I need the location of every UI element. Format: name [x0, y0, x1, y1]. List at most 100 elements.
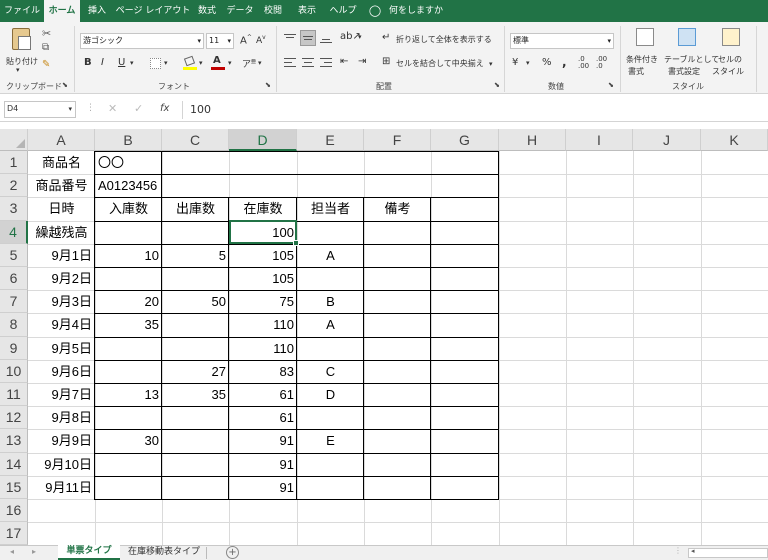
table-cell[interactable]: 83	[229, 360, 297, 383]
row-header-1[interactable]: 1	[0, 151, 28, 175]
table-cell[interactable]: 50	[162, 290, 229, 313]
font-launcher-icon[interactable]: ⬊	[265, 81, 271, 89]
insert-function-icon[interactable]: fx	[160, 103, 169, 114]
table-header-cell[interactable]: 出庫数	[162, 197, 229, 220]
chevron-down-icon[interactable]: ▾	[164, 59, 168, 67]
table-cell[interactable]: 91	[229, 453, 297, 476]
date-cell[interactable]: 9月2日	[28, 267, 95, 290]
product-name-label[interactable]: 商品名	[28, 151, 95, 174]
chevron-down-icon[interactable]: ▾	[489, 60, 493, 68]
clipboard-launcher-icon[interactable]: ⬊	[62, 81, 68, 89]
table-cell[interactable]: A	[297, 313, 364, 336]
add-sheet-icon[interactable]: +	[226, 546, 239, 559]
tab-help[interactable]: ヘルプ	[326, 0, 360, 22]
table-cell[interactable]: 10	[95, 244, 162, 267]
tab-data[interactable]: データ	[224, 0, 256, 22]
chevron-down-icon[interactable]: ▾	[258, 59, 262, 67]
column-header-d[interactable]: D	[229, 129, 297, 151]
tab-view[interactable]: 表示	[292, 0, 322, 22]
enter-icon[interactable]: ✓	[134, 102, 143, 115]
date-cell[interactable]: 9月4日	[28, 313, 95, 336]
table-cell[interactable]: 105	[229, 267, 297, 290]
column-header-i[interactable]: I	[566, 129, 633, 151]
formula-input[interactable]: 100	[190, 103, 211, 116]
row-header-10[interactable]: 10	[0, 359, 28, 383]
percent-button[interactable]: %	[542, 57, 552, 68]
table-cell[interactable]: 5	[162, 244, 229, 267]
underline-button[interactable]: U	[118, 57, 125, 68]
row-header-4[interactable]: 4	[0, 220, 28, 244]
table-cell[interactable]: 91	[229, 429, 297, 452]
align-middle-icon[interactable]	[300, 30, 316, 46]
tab-review[interactable]: 校閲	[258, 0, 288, 22]
row-header-15[interactable]: 15	[0, 475, 28, 499]
row-header-11[interactable]: 11	[0, 383, 28, 407]
tab-insert[interactable]: 挿入	[82, 0, 112, 22]
number-launcher-icon[interactable]: ⬊	[608, 81, 614, 89]
column-header-k[interactable]: K	[701, 129, 768, 151]
format-painter-icon[interactable]: ✎	[42, 59, 50, 70]
chevron-down-icon[interactable]: ▾	[199, 59, 203, 67]
product-name-value[interactable]: 〇〇	[95, 151, 162, 174]
table-cell[interactable]: 13	[95, 383, 162, 406]
column-header-c[interactable]: C	[162, 129, 229, 151]
chevron-down-icon[interactable]: ▾	[526, 59, 530, 67]
increase-decimal-icon[interactable]: .0.00	[578, 56, 589, 70]
wrap-text-icon[interactable]: ↵	[382, 32, 390, 43]
tab-home[interactable]: ホーム	[44, 0, 80, 22]
table-cell[interactable]: 110	[229, 313, 297, 336]
date-cell[interactable]: 9月1日	[28, 244, 95, 267]
increase-font-icon[interactable]: A^	[240, 34, 252, 46]
decrease-indent-icon[interactable]: ⇤	[340, 56, 348, 67]
align-right-icon[interactable]	[320, 58, 332, 68]
column-header-f[interactable]: F	[364, 129, 431, 151]
horizontal-scrollbar[interactable]: ◂	[688, 547, 768, 558]
tab-file[interactable]: ファイル	[2, 0, 42, 22]
italic-button[interactable]: I	[101, 57, 104, 68]
row-header-17[interactable]: 17	[0, 522, 28, 545]
row-header-7[interactable]: 7	[0, 290, 28, 314]
product-code-label[interactable]: 商品番号	[28, 174, 95, 197]
increase-indent-icon[interactable]: ⇥	[358, 56, 366, 67]
column-header-h[interactable]: H	[499, 129, 566, 151]
table-cell[interactable]: 75	[229, 290, 297, 313]
row-header-14[interactable]: 14	[0, 452, 28, 476]
comma-button[interactable]: ,	[562, 55, 567, 69]
align-center-icon[interactable]	[302, 58, 314, 68]
date-cell[interactable]: 繰越残高	[28, 221, 95, 244]
paste-button[interactable]: 貼り付け ▾	[6, 26, 38, 74]
product-code-value[interactable]: A0123456	[95, 174, 162, 197]
date-cell[interactable]: 9月10日	[28, 453, 95, 476]
row-header-13[interactable]: 13	[0, 429, 28, 453]
currency-icon[interactable]: ¥	[512, 57, 518, 68]
tab-page-layout[interactable]: ページ レイアウト	[114, 0, 192, 22]
row-header-12[interactable]: 12	[0, 406, 28, 430]
date-cell[interactable]: 9月9日	[28, 429, 95, 452]
cell-styles-button[interactable]: セルの スタイル	[712, 26, 752, 78]
row-header-16[interactable]: 16	[0, 499, 28, 523]
merge-center-button[interactable]: セルを結合して中央揃え	[396, 58, 484, 69]
sheet-tab[interactable]: 在庫移動表タイプ	[124, 546, 204, 560]
align-bottom-icon[interactable]	[320, 34, 332, 44]
chevron-down-icon[interactable]: ▾	[228, 59, 232, 67]
align-left-icon[interactable]	[284, 58, 296, 68]
table-cell[interactable]: 35	[162, 383, 229, 406]
table-cell[interactable]: A	[297, 244, 364, 267]
conditional-format-button[interactable]: 条件付き 書式	[624, 26, 664, 78]
row-header-8[interactable]: 8	[0, 313, 28, 337]
table-cell[interactable]: 35	[95, 313, 162, 336]
align-top-icon[interactable]	[284, 34, 296, 44]
chevron-down-icon[interactable]: ▾	[130, 59, 134, 67]
merge-center-icon[interactable]: ⊞	[382, 56, 390, 67]
column-header-j[interactable]: J	[633, 129, 701, 151]
row-header-5[interactable]: 5	[0, 243, 28, 267]
sheet-tab-active[interactable]: 単票タイプ	[58, 545, 120, 560]
decrease-font-icon[interactable]: Av	[256, 34, 266, 46]
copy-icon[interactable]: ⧉	[42, 42, 49, 53]
table-header-cell[interactable]: 日時	[28, 197, 95, 220]
table-cell[interactable]: 61	[229, 383, 297, 406]
table-header-cell[interactable]: 担当者	[297, 197, 364, 220]
format-as-table-button[interactable]: テーブルとして 書式設定	[664, 26, 719, 78]
font-color-icon[interactable]: A	[211, 55, 225, 71]
table-header-cell[interactable]: 入庫数	[95, 197, 162, 220]
